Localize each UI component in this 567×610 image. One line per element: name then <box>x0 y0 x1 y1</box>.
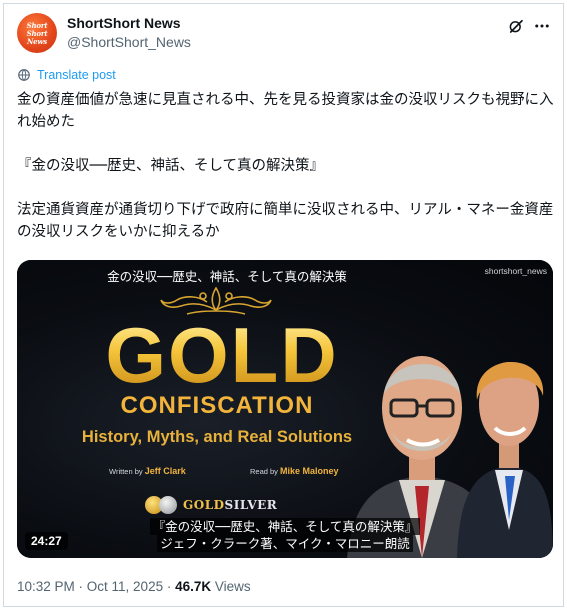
written-by-label: Written by <box>109 467 143 476</box>
avatar[interactable]: Short Short News <box>17 13 57 53</box>
post-paragraph-1: 金の資産価値が急速に見直される中、先を見る投資家は金の没収リスクも視野に入れ始め… <box>17 92 554 130</box>
handle[interactable]: @ShortShort_News <box>67 34 191 50</box>
read-by-label: Read by <box>250 467 278 476</box>
written-by: Written by Jeff Clark <box>109 466 186 476</box>
goldsilver-wordmark: GOLDSILVER <box>183 498 278 512</box>
video-title-gold: GOLD <box>87 316 357 394</box>
video-title-confiscation: CONFISCATION <box>120 392 314 419</box>
caption-line-1: 『金の没収──歴史、神話、そして真の解決策』 <box>149 518 421 535</box>
goldsilver-logo: GOLDSILVER <box>145 494 277 516</box>
translate-post-link[interactable]: Translate post <box>17 67 116 83</box>
post-header: Short Short News ShortShort News @ShortS… <box>17 13 551 55</box>
post-text: 金の資産価値が急速に見直される中、先を見る投資家は金の没収リスクも視野に入れ始め… <box>17 89 557 243</box>
grok-icon[interactable] <box>507 17 525 35</box>
silver-coin-icon <box>159 496 177 514</box>
avatar-text-3: News <box>26 37 48 46</box>
views-count: 46.7K <box>175 579 212 594</box>
post-time[interactable]: 10:32 PM · Oct 11, 2025 · <box>17 579 175 594</box>
translate-label: Translate post <box>37 68 116 82</box>
video-watermark: shortshort_news <box>484 266 547 276</box>
person-mike-maloney <box>457 361 553 558</box>
post-paragraph-2: 『金の没収──歴史、神話、そして真の解決策』 <box>17 158 325 174</box>
post-card: Short Short News ShortShort News @ShortS… <box>3 3 564 607</box>
post-meta: 10:32 PM · Oct 11, 2025 · 46.7K Views <box>17 579 251 594</box>
video-player[interactable]: 金の没収──歴史、神話、そして真の解決策 shortshort_news GOL… <box>17 260 553 558</box>
translate-icon <box>18 69 30 81</box>
read-by-name: Mike Maloney <box>280 466 339 476</box>
display-name[interactable]: ShortShort News <box>67 15 181 31</box>
caption-line-2: ジェフ・クラーク著、マイク・マロニー朗読 <box>157 535 413 552</box>
written-by-name: Jeff Clark <box>144 466 186 476</box>
views-label: Views <box>211 579 251 594</box>
read-by: Read by Mike Maloney <box>250 466 339 476</box>
more-icon[interactable] <box>533 17 551 35</box>
post-paragraph-3: 法定通貨資産が通貨切り下げで政府に簡単に没収される中、リアル・マネー金資産の没収… <box>17 202 554 240</box>
video-caption: 『金の没収──歴史、神話、そして真の解決策』 ジェフ・クラーク著、マイク・マロニ… <box>125 518 445 552</box>
video-duration: 24:27 <box>25 532 68 550</box>
video-subtitle: History, Myths, and Real Solutions <box>81 428 353 446</box>
